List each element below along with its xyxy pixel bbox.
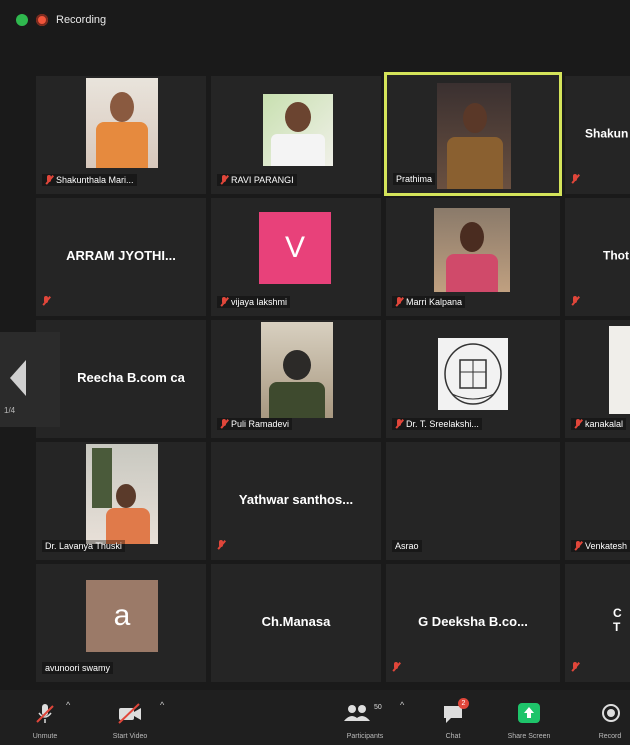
participant-video (438, 338, 508, 410)
participant-name-large: C T (613, 606, 622, 635)
participant-tile[interactable]: RAVI PARANGI (211, 76, 381, 194)
mic-muted-icon (36, 704, 54, 723)
participant-name: Dr. Lavanya Thuski (42, 540, 125, 552)
participants-button[interactable]: 50 Participants (330, 690, 400, 745)
arrow-left-icon (10, 360, 26, 396)
participant-tile[interactable]: Marri Kalpana (386, 198, 560, 316)
participant-tile[interactable]: Thot (565, 198, 630, 316)
start-video-button[interactable]: Start Video (100, 690, 160, 745)
page-indicator: 1/4 (4, 406, 16, 415)
record-label: Record (598, 733, 622, 740)
mic-muted-icon (392, 662, 400, 672)
recording-label: Recording (56, 14, 107, 26)
participant-tile[interactable]: Reecha B.com ca (36, 320, 206, 438)
chat-button[interactable]: 2 Chat (430, 690, 476, 745)
mic-muted-icon (220, 419, 228, 429)
participant-name-large: Thot (603, 248, 629, 263)
participant-name: Asrao (392, 540, 422, 552)
start-video-label: Start Video (112, 733, 148, 740)
mic-muted-icon (220, 297, 228, 307)
mic-muted-icon (574, 419, 582, 429)
participant-video (434, 208, 510, 292)
audio-options-caret[interactable]: ^ (66, 700, 70, 710)
participant-video (261, 322, 333, 418)
participant-name-large: Shakun (585, 126, 629, 141)
record-icon (602, 704, 620, 722)
mic-muted-icon (395, 297, 403, 307)
video-off-icon (118, 703, 141, 724)
participant-tile[interactable]: Asrao (386, 442, 560, 560)
participants-icon (344, 705, 370, 721)
chat-unread-badge: 2 (458, 698, 469, 709)
mic-muted-icon (571, 174, 579, 184)
participant-tile[interactable]: Shakun (565, 76, 630, 194)
previous-page-button[interactable]: 1/4 (0, 332, 60, 427)
college-emblem-icon (444, 343, 502, 405)
mic-muted-icon (574, 541, 582, 551)
participant-tile[interactable]: V vijaya lakshmi (211, 198, 381, 316)
participant-video (437, 83, 511, 189)
security-shield-icon[interactable] (16, 14, 28, 26)
participant-video (86, 78, 158, 168)
participant-name: kanakalal (571, 418, 627, 430)
meeting-toolbar: Unmute ^ Start Video ^ 50 Participants ^… (0, 690, 630, 745)
participant-video (86, 444, 158, 544)
participant-avatar: V (259, 212, 331, 284)
share-screen-button[interactable]: Share Screen (496, 690, 562, 745)
participant-video (263, 94, 333, 166)
participant-name: Dr. T. Sreelakshi... (392, 418, 482, 430)
participant-name: Shakunthala Mari... (42, 174, 137, 186)
video-options-caret[interactable]: ^ (160, 700, 164, 710)
participants-label: Participants (346, 733, 384, 740)
mic-muted-icon (220, 175, 228, 185)
participant-tile[interactable]: ARRAM JYOTHI... (36, 198, 206, 316)
participant-name: RAVI PARANGI (217, 174, 297, 186)
mic-muted-icon (45, 175, 53, 185)
participant-name: avunoori swamy (42, 662, 114, 674)
participant-tile[interactable]: a avunoori swamy (36, 564, 206, 682)
participant-name-large: Reecha B.com ca (77, 370, 185, 385)
gallery-grid: Shakunthala Mari... RAVI PARANGI Prathim… (30, 70, 630, 682)
participant-name-large: Ch.Manasa (261, 614, 331, 629)
top-bar: Recording (0, 0, 630, 40)
participant-tile[interactable]: Dr. T. Sreelakshi... (386, 320, 560, 438)
participant-name-large: Yathwar santhos... (238, 492, 354, 507)
participant-tile-active-speaker[interactable]: Prathima (384, 72, 562, 196)
participant-tile[interactable]: C T (565, 564, 630, 682)
mic-muted-icon (217, 540, 225, 550)
participant-tile[interactable]: Dr. Lavanya Thuski (36, 442, 206, 560)
mic-muted-icon (571, 662, 579, 672)
participant-name: Puli Ramadevi (217, 418, 293, 430)
participant-name: Prathima (393, 173, 436, 185)
participant-tile[interactable]: Puli Ramadevi (211, 320, 381, 438)
mic-muted-icon (571, 296, 579, 306)
participants-options-caret[interactable]: ^ (400, 700, 404, 710)
participant-name: Marri Kalpana (392, 296, 466, 308)
record-button[interactable]: Record (590, 690, 630, 745)
mic-muted-icon (42, 296, 50, 306)
participant-name: Venkatesh (571, 540, 630, 552)
participant-tile[interactable]: Shakunthala Mari... (36, 76, 206, 194)
share-screen-icon (518, 703, 540, 723)
participant-video (609, 326, 630, 414)
participant-name-large: ARRAM JYOTHI... (66, 248, 176, 263)
participant-tile[interactable]: kanakalal (565, 320, 630, 438)
share-screen-label: Share Screen (507, 733, 551, 740)
participant-name-large: G Deeksha B.co... (418, 614, 528, 629)
chat-label: Chat (445, 733, 461, 740)
participant-tile[interactable]: Ch.Manasa (211, 564, 381, 682)
unmute-label: Unmute (32, 733, 58, 740)
participants-count: 50 (374, 704, 382, 711)
unmute-button[interactable]: Unmute (22, 690, 68, 745)
participant-name: vijaya lakshmi (217, 296, 291, 308)
participant-tile[interactable]: G Deeksha B.co... (386, 564, 560, 682)
participant-avatar: a (86, 580, 158, 652)
recording-icon (36, 14, 48, 26)
participant-tile[interactable]: Venkatesh (565, 442, 630, 560)
participant-tile[interactable]: Yathwar santhos... (211, 442, 381, 560)
mic-muted-icon (395, 419, 403, 429)
